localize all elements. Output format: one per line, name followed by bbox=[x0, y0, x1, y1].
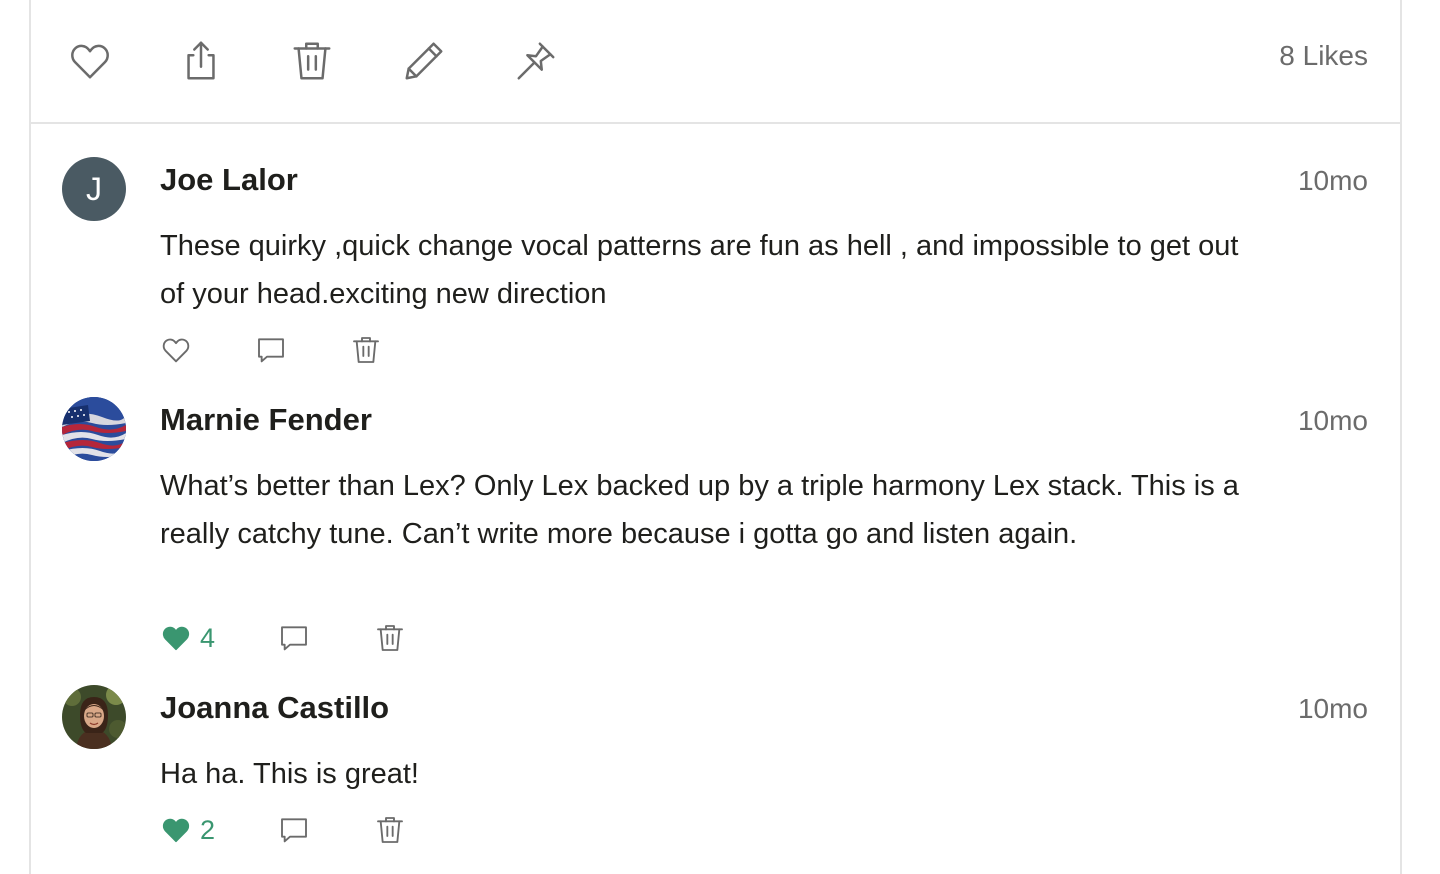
share-icon[interactable] bbox=[176, 36, 226, 86]
comment-icon bbox=[281, 818, 307, 843]
delete-button[interactable] bbox=[350, 332, 382, 368]
likes-count[interactable]: 8 Likes bbox=[1279, 40, 1368, 72]
post-panel: 8 Likes J Joe Lalor 10mo These quirky ,q… bbox=[29, 0, 1402, 874]
comment-text: Ha ha. This is great! bbox=[160, 758, 419, 790]
trash-icon bbox=[377, 625, 403, 651]
avatar[interactable]: J bbox=[62, 157, 126, 221]
comment-time: 10mo bbox=[1297, 165, 1368, 196]
comment-time: 10mo bbox=[1297, 693, 1368, 724]
pin-icon[interactable] bbox=[511, 36, 561, 86]
avatar[interactable] bbox=[62, 685, 126, 749]
avatar-initial: J bbox=[86, 170, 102, 207]
comment-author[interactable]: Marnie Fender bbox=[160, 402, 372, 438]
comment-time: 10mo bbox=[1297, 405, 1368, 436]
trash-icon[interactable] bbox=[287, 36, 337, 86]
like-count: 4 bbox=[200, 622, 216, 653]
person-photo bbox=[62, 685, 126, 749]
delete-button[interactable] bbox=[374, 620, 406, 656]
delete-button[interactable] bbox=[374, 812, 406, 848]
comment-text: These quirky ,quick change vocal pattern… bbox=[160, 230, 1239, 310]
like-button[interactable]: 2 bbox=[160, 812, 215, 848]
pencil-icon[interactable] bbox=[399, 36, 449, 86]
like-count: 2 bbox=[200, 814, 216, 845]
comment-icon bbox=[258, 338, 284, 363]
comment-author[interactable]: Joe Lalor bbox=[160, 162, 298, 198]
reply-button[interactable] bbox=[278, 812, 310, 848]
comment-icon bbox=[281, 626, 307, 651]
like-button[interactable] bbox=[160, 332, 192, 368]
comment-author[interactable]: Joanna Castillo bbox=[160, 690, 389, 726]
trash-icon bbox=[353, 337, 379, 363]
flag-photo bbox=[62, 397, 126, 461]
heart-icon bbox=[162, 338, 190, 363]
reply-button[interactable] bbox=[278, 620, 310, 656]
avatar[interactable] bbox=[62, 397, 126, 461]
like-button[interactable]: 4 bbox=[160, 620, 215, 656]
heart-icon[interactable] bbox=[65, 36, 115, 86]
heart-filled-icon bbox=[162, 626, 190, 651]
reply-button[interactable] bbox=[255, 332, 287, 368]
trash-icon bbox=[377, 817, 403, 843]
heart-filled-icon bbox=[162, 818, 190, 843]
post-toolbar: 8 Likes bbox=[31, 0, 1400, 124]
comment-text: What’s better than Lex? Only Lex backed … bbox=[160, 470, 1239, 550]
